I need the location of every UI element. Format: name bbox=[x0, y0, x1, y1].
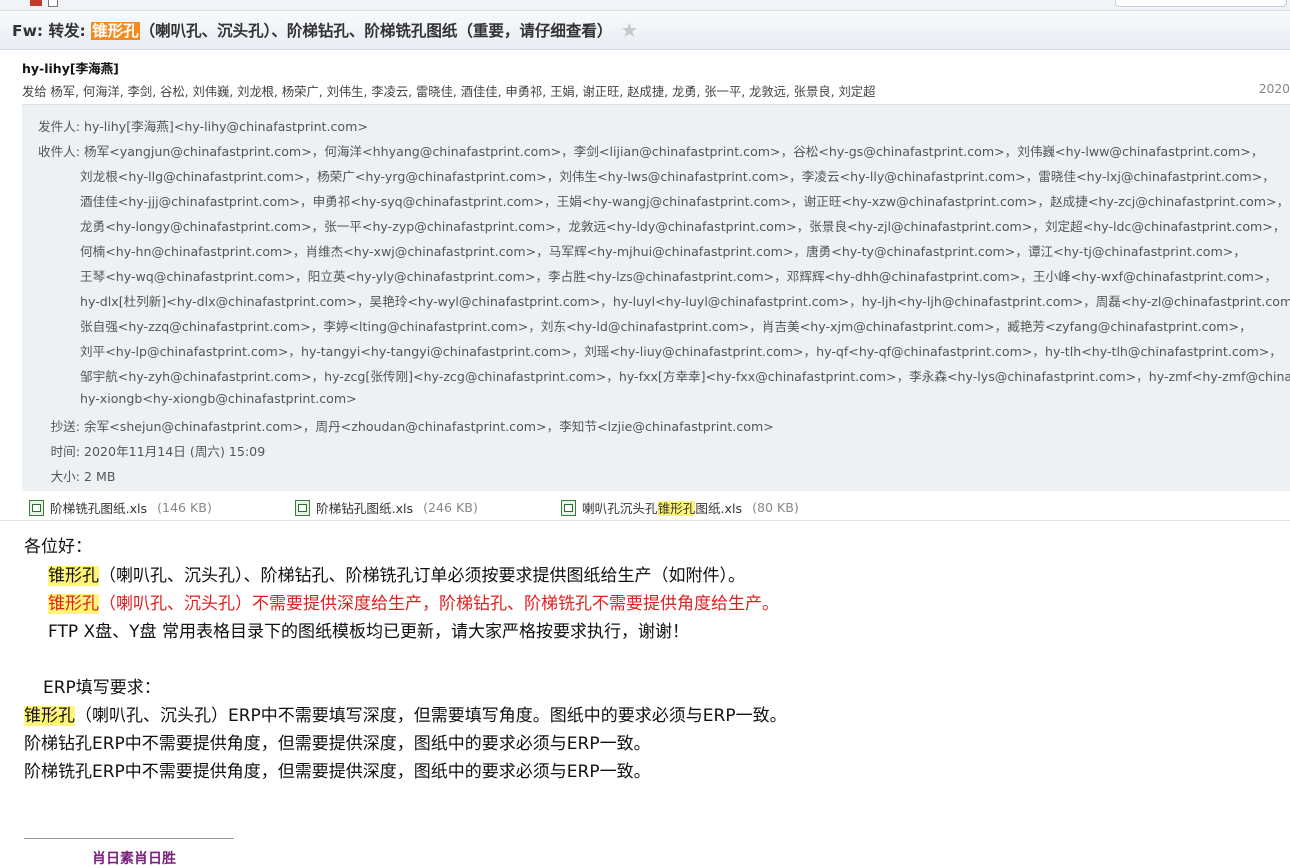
to-line[interactable]: 邹宇航<hy-zyh@chinafastprint.com>，hy-zcg[张传… bbox=[80, 366, 1290, 385]
erp-line-3: 阶梯铣孔ERP中不需要提供角度，但需要提供深度，图纸中的要求必须与ERP一致。 bbox=[24, 762, 651, 782]
attachment-item[interactable]: 阶梯铣孔图纸.xls (146 KB) bbox=[29, 498, 212, 517]
time-label: 时间: bbox=[50, 444, 80, 459]
body-text-segment: （喇叭孔、沉头孔）ERP中不需要填写深度，但需要填写角度。图纸中的要求必须与ER… bbox=[75, 706, 787, 726]
attachment-name[interactable]: 阶梯钻孔图纸.xls bbox=[316, 498, 413, 517]
attachment-size: (246 KB) bbox=[423, 500, 478, 515]
body-line-3: FTP X盘、Y盘 常用表格目录下的图纸模板均已更新，请大家严格按要求执行，谢谢… bbox=[48, 622, 689, 642]
to-line[interactable]: 酒佳佳<hy-jjj@chinafastprint.com>，申勇祁<hy-sy… bbox=[80, 191, 1289, 210]
cc-row: 抄送: 余军<shejun@chinafastprint.com>，周丹<zho… bbox=[22, 416, 774, 435]
email-subject: Fw: 转发: 锥形孔（喇叭孔、沉头孔）、阶梯钻孔、阶梯铣孔图纸（重要，请仔细查… bbox=[12, 19, 612, 41]
subject-bar: Fw: 转发: 锥形孔（喇叭孔、沉头孔）、阶梯钻孔、阶梯铣孔图纸（重要，请仔细查… bbox=[0, 11, 1290, 50]
body-line-1: 锥形孔（喇叭孔、沉头孔）、阶梯钻孔、阶梯铣孔订单必须按要求提供图纸给生产（如附件… bbox=[48, 561, 745, 586]
body-line-2-warning: 锥形孔（喇叭孔、沉头孔）不需要提供深度给生产，阶梯钻孔、阶梯铣孔不需要提供角度给… bbox=[48, 589, 779, 614]
to-line[interactable]: hy-xiongb<hy-xiongb@chinafastprint.com> bbox=[80, 391, 357, 406]
recipients-summary[interactable]: 发给 杨军, 何海洋, 李剑, 谷松, 刘伟巍, 刘龙根, 杨荣广, 刘伟生, … bbox=[22, 82, 875, 100]
size-row: 大小: 2 MB bbox=[22, 466, 116, 485]
sender-name[interactable]: hy-lihy[李海燕] bbox=[22, 58, 119, 77]
greeting: 各位好： bbox=[24, 537, 92, 557]
date-truncated: 2020 bbox=[1258, 82, 1290, 96]
attachment-item[interactable]: 喇叭孔沉头孔锥形孔图纸.xls (80 KB) bbox=[561, 498, 799, 517]
sender-row: 发件人: hy-lihy[李海燕]<hy-lihy@chinafastprint… bbox=[22, 116, 368, 135]
to-line[interactable]: 杨军<yangjun@chinafastprint.com>，何海洋<hhyan… bbox=[84, 144, 1263, 159]
body-text-segment: （喇叭孔、沉头孔）、阶梯钻孔、阶梯铣孔订单必须按要求提供图纸给生产（如附件）。 bbox=[99, 566, 745, 586]
time-value: 2020年11月14日 (周六) 15:09 bbox=[84, 444, 266, 459]
attachment-name-highlight: 锥形孔 bbox=[657, 501, 696, 516]
search-highlight: 锥形孔 bbox=[24, 706, 75, 726]
attachments-bar: 阶梯铣孔图纸.xls (146 KB) 阶梯钻孔图纸.xls (246 KB) … bbox=[0, 492, 1290, 521]
to-line[interactable]: 刘龙根<hy-llg@chinafastprint.com>，杨荣广<hy-yr… bbox=[80, 166, 1275, 185]
search-box-fragment[interactable] bbox=[1115, 0, 1287, 7]
to-line[interactable]: 王琴<hy-wq@chinafastprint.com>，阳立英<hy-yly@… bbox=[80, 266, 1277, 285]
erp-line-2: 阶梯钻孔ERP中不需要提供角度，但需要提供深度，图纸中的要求必须与ERP一致。 bbox=[24, 734, 651, 754]
signature-divider bbox=[24, 838, 234, 839]
to-line[interactable]: hy-dlx[杜列新]<hy-dlx@chinafastprint.com>，吴… bbox=[80, 291, 1290, 310]
size-label: 大小: bbox=[50, 469, 80, 484]
attachment-size: (80 KB) bbox=[752, 500, 799, 515]
attachment-name[interactable]: 喇叭孔沉头孔锥形孔图纸.xls bbox=[582, 498, 742, 517]
signature-text: 肖日素肖日胜 bbox=[92, 851, 176, 867]
search-highlight: 锥形孔 bbox=[48, 594, 99, 614]
star-icon[interactable]: ★ bbox=[620, 20, 638, 40]
erp-heading: ERP填写要求： bbox=[43, 678, 161, 698]
header-details-panel: 发件人: hy-lihy[李海燕]<hy-lihy@chinafastprint… bbox=[22, 104, 1290, 491]
attachment-name[interactable]: 阶梯铣孔图纸.xls bbox=[50, 498, 147, 517]
toolbar-icon[interactable] bbox=[30, 0, 42, 6]
document-icon[interactable] bbox=[48, 0, 58, 7]
size-value: 2 MB bbox=[84, 469, 116, 484]
body-text-segment: （喇叭孔、沉头孔）不需要提供深度给生产，阶梯钻孔、阶梯铣孔不需要提供角度给生产。 bbox=[99, 594, 779, 614]
cc-addresses[interactable]: 余军<shejun@chinafastprint.com>，周丹<zhoudan… bbox=[84, 419, 774, 434]
search-highlight: 锥形孔 bbox=[48, 566, 99, 586]
to-line[interactable]: 刘平<hy-lp@chinafastprint.com>，hy-tangyi<h… bbox=[80, 341, 1282, 360]
sender-address[interactable]: hy-lihy[李海燕]<hy-lihy@chinafastprint.com> bbox=[84, 119, 368, 134]
sender-label: 发件人: bbox=[37, 119, 80, 134]
excel-file-icon bbox=[561, 499, 576, 516]
excel-file-icon bbox=[29, 499, 44, 516]
top-toolbar-strip bbox=[0, 0, 1290, 11]
attachment-name-part: 图纸.xls bbox=[695, 501, 743, 516]
subject-highlight: 锥形孔 bbox=[91, 22, 140, 40]
subject-prefix: Fw: 转发: bbox=[12, 22, 92, 40]
subject-rest: （喇叭孔、沉头孔）、阶梯钻孔、阶梯铣孔图纸（重要，请仔细查看） bbox=[139, 22, 613, 40]
cc-label: 抄送: bbox=[50, 419, 80, 434]
to-line[interactable]: 龙勇<hy-longy@chinafastprint.com>，张一平<hy-z… bbox=[80, 216, 1285, 235]
to-row: 收件人: 杨军<yangjun@chinafastprint.com>，何海洋<… bbox=[22, 141, 1263, 160]
erp-line-1: 锥形孔（喇叭孔、沉头孔）ERP中不需要填写深度，但需要填写角度。图纸中的要求必须… bbox=[24, 701, 787, 726]
excel-file-icon bbox=[295, 499, 310, 516]
time-row: 时间: 2020年11月14日 (周六) 15:09 bbox=[22, 441, 266, 460]
attachment-item[interactable]: 阶梯钻孔图纸.xls (246 KB) bbox=[295, 498, 478, 517]
attachment-size: (146 KB) bbox=[157, 500, 212, 515]
to-label: 收件人: bbox=[37, 144, 80, 159]
to-line[interactable]: 何楠<hy-hn@chinafastprint.com>，肖维杰<hy-xwj@… bbox=[80, 241, 1246, 260]
to-line[interactable]: 张自强<hy-zzq@chinafastprint.com>，李婷<lting@… bbox=[80, 316, 1252, 335]
attachment-name-part: 喇叭孔沉头孔 bbox=[582, 501, 658, 516]
